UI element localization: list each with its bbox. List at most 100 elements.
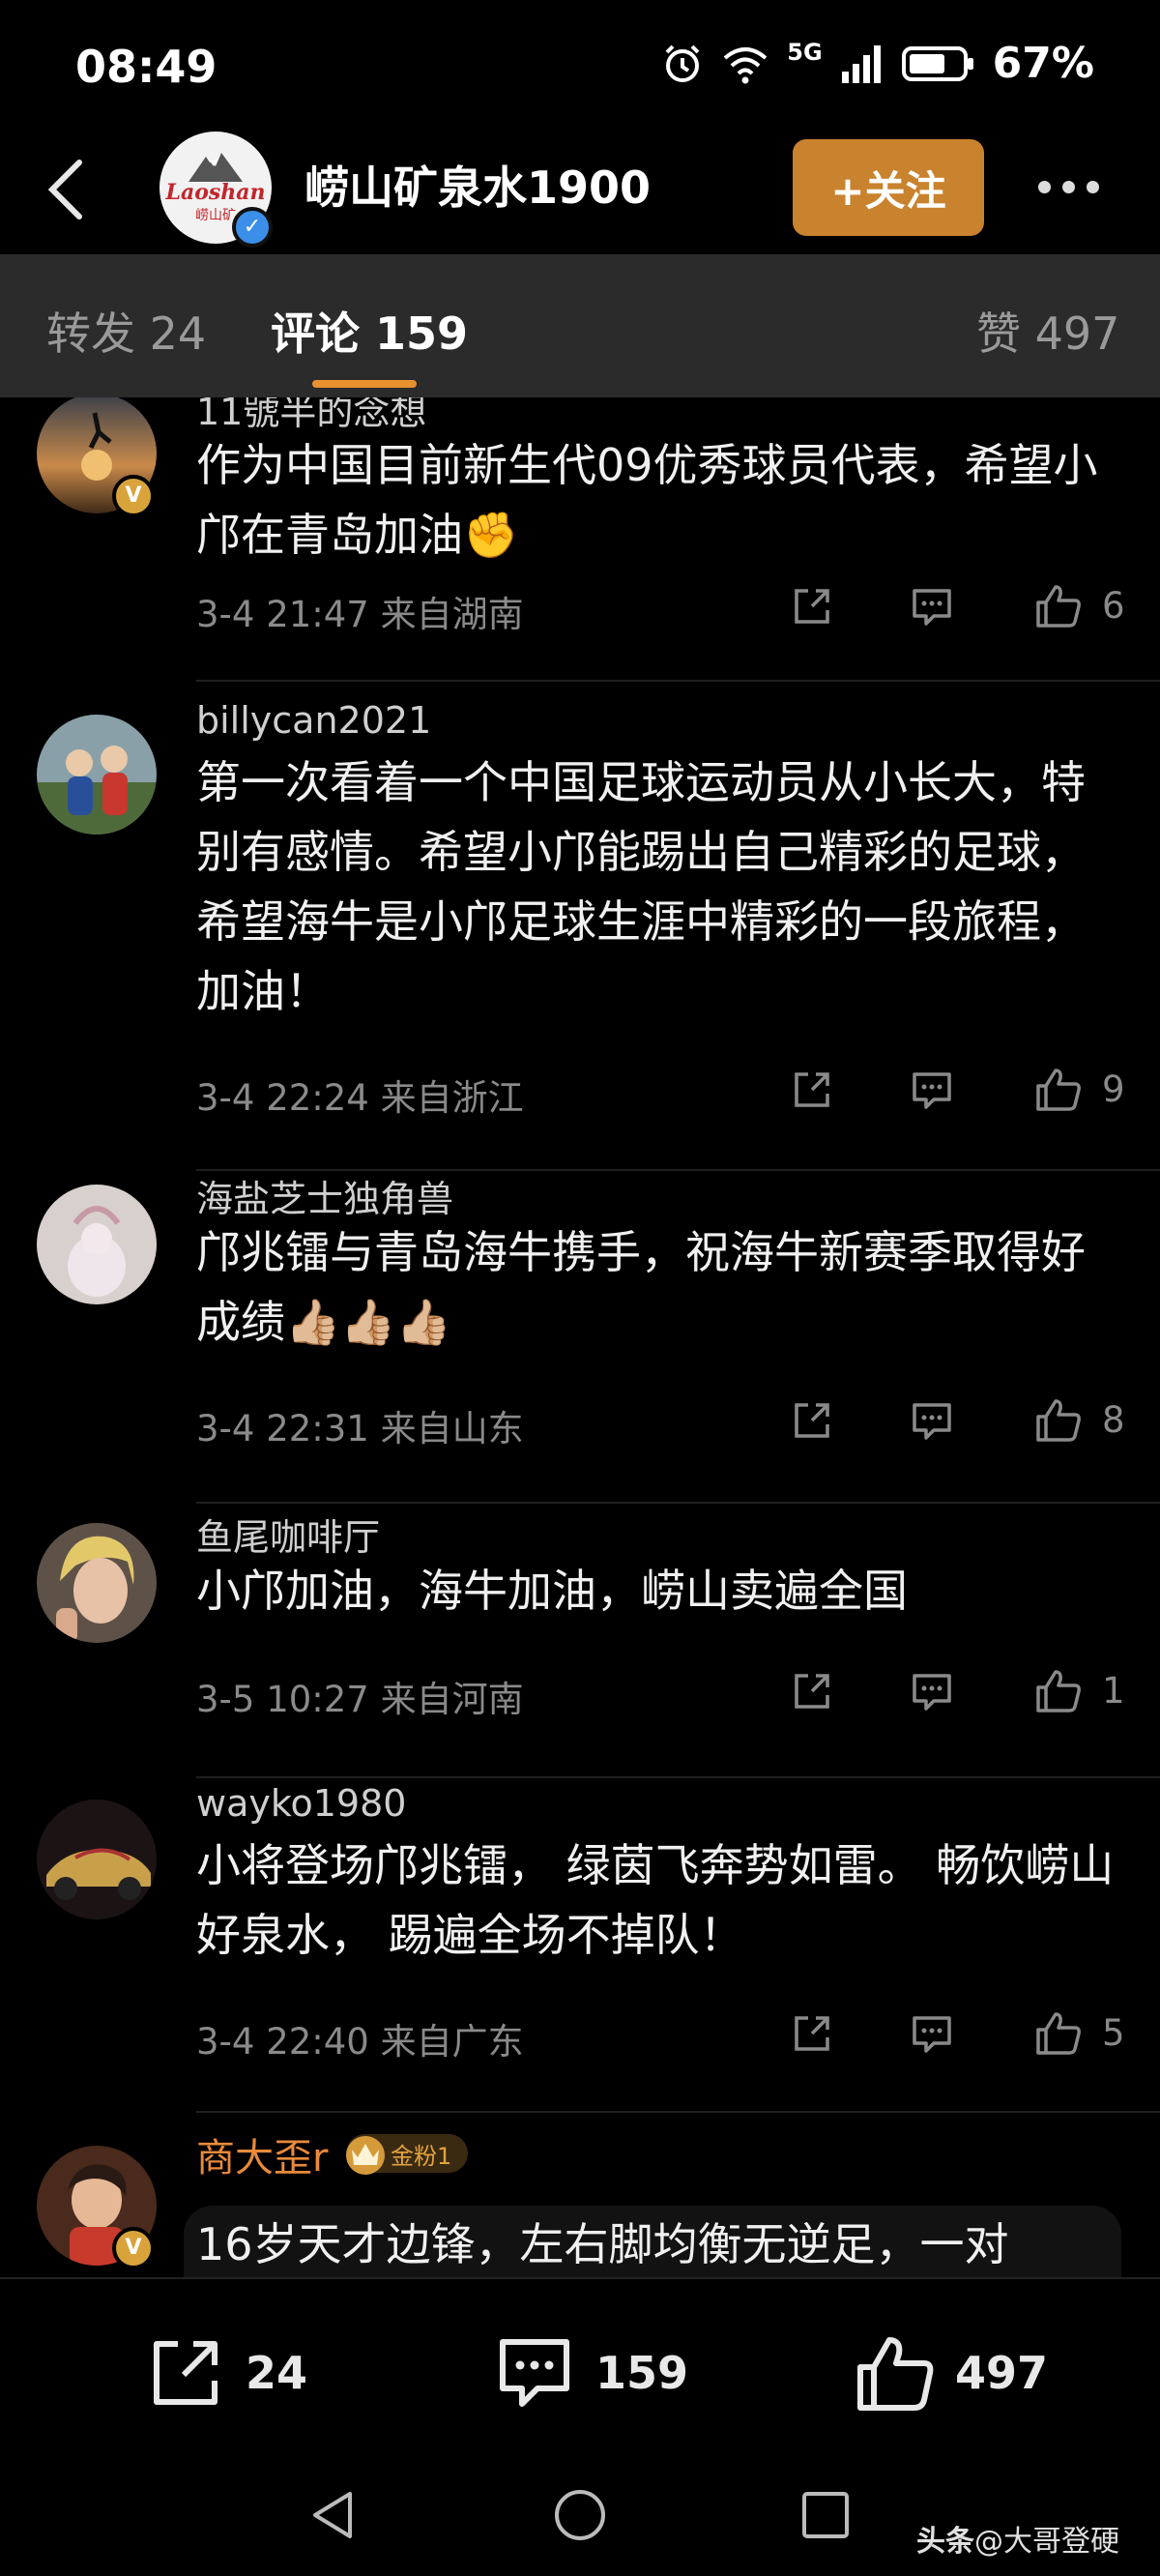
comment-button[interactable]: 159 — [493, 2329, 688, 2416]
comment-like-count: 8 — [1102, 1399, 1125, 1441]
like-icon[interactable] — [1034, 583, 1083, 629]
comment-like-count: 1 — [1102, 1670, 1125, 1712]
comment-time: 3-4 21:47 — [196, 594, 369, 635]
comment-text: 邝兆镭与青岛海牛携手，祝海牛新赛季取得好成绩👍🏼👍🏼👍🏼 — [196, 1226, 1086, 1348]
post-tabs: 转发 24 评论 159 赞 497 — [0, 254, 1160, 397]
comment-time: 3-4 22:31 — [196, 1408, 369, 1449]
comment-username[interactable]: 商大歪r — [196, 2126, 328, 2182]
reply-icon[interactable] — [909, 1067, 955, 1113]
back-button[interactable] — [39, 155, 97, 224]
watermark-brand: 头条 — [916, 2525, 974, 2559]
comment-location: 来自广东 — [380, 2021, 524, 2063]
status-icons: 5G 67% — [661, 39, 1094, 88]
comment-time: 3-4 22:40 — [196, 2021, 369, 2063]
comment-location: 来自山东 — [380, 1408, 524, 1449]
active-tab-indicator — [312, 380, 417, 388]
comment-list[interactable]: V 11號半的念想 作为中国目前新生代09优秀球员代表，希望小邝在青岛加油✊ 3… — [0, 397, 1160, 2277]
verified-badge-icon: V — [112, 475, 155, 517]
back-arrow-icon — [47, 160, 82, 220]
share-icon — [154, 2341, 218, 2405]
status-bar: 08:49 5G 67% — [0, 0, 1160, 135]
watermark: 头条@大哥登硬 — [916, 2517, 1119, 2560]
more-options-icon[interactable] — [1038, 172, 1112, 201]
comment-username[interactable]: 鱼尾咖啡厅 — [196, 1508, 380, 1561]
crown-fan-icon — [346, 2136, 385, 2175]
comment-meta: 3-4 21:47 来自湖南 — [196, 585, 524, 637]
share-icon[interactable] — [789, 1668, 835, 1714]
comment-item: billycan2021 第一次看着一个中国足球运动员从小长大，特别有感情。希望… — [0, 699, 1160, 1171]
comment-actions: 1 — [789, 1662, 1127, 1720]
comment-like-count: 9 — [1102, 1068, 1125, 1110]
follow-button[interactable]: +关注 — [793, 139, 984, 236]
comment-time: 3-4 22:24 — [196, 1077, 369, 1119]
fan-badge-label: 金粉1 — [391, 2142, 452, 2170]
repost-button[interactable]: 24 — [145, 2329, 307, 2416]
avatar[interactable] — [37, 1523, 157, 1643]
share-icon[interactable] — [789, 1067, 835, 1113]
comment-time: 3-5 10:27 — [196, 1679, 369, 1720]
reply-icon[interactable] — [909, 2010, 955, 2057]
verified-badge-icon: ✓ — [232, 207, 273, 248]
comment-actions: 5 — [789, 2005, 1127, 2063]
share-icon[interactable] — [789, 583, 835, 629]
system-navigation-bar: 头条@大哥登硬 — [0, 2451, 1160, 2576]
like-icon[interactable] — [1034, 2010, 1083, 2057]
comment-item: V 商大歪r 金粉1 16岁天才边锋，左右脚均衡无逆足，一对 — [0, 2113, 1160, 2277]
comment-location: 来自河南 — [380, 1679, 524, 1720]
share-icon[interactable] — [789, 1397, 835, 1444]
repost-count: 24 — [246, 2347, 308, 2399]
like-count: 497 — [955, 2347, 1049, 2399]
reply-icon[interactable] — [909, 1668, 955, 1714]
comment-item: 鱼尾咖啡厅 小邝加油，海牛加油，崂山卖遍全国 3-5 10:27 来自河南 1 — [0, 1504, 1160, 1778]
avatar[interactable] — [37, 715, 157, 834]
comment-meta: 3-4 22:24 来自浙江 — [196, 1068, 524, 1121]
post-header: Laoshan 崂山矿 ✓ 崂山矿泉水1900 +关注 — [0, 126, 1160, 251]
tab-likes[interactable]: 赞 497 — [976, 299, 1119, 363]
tab-comments[interactable]: 评论 159 — [271, 299, 468, 363]
comment-actions: 8 — [789, 1391, 1127, 1449]
comment-like-count: 5 — [1102, 2012, 1125, 2054]
comment-username[interactable]: 海盐芝士独角兽 — [196, 1169, 453, 1222]
comment-username[interactable]: wayko1980 — [196, 1782, 406, 1825]
comment-icon — [500, 2339, 569, 2407]
comment-text: 小将登场邝兆镭， 绿茵飞奔势如雷。 畅饮崂山好泉水， 踢遍全场不掉队！ — [196, 1839, 1115, 1961]
reply-icon[interactable] — [909, 583, 955, 629]
nav-back-icon[interactable] — [307, 2488, 358, 2542]
divider — [196, 680, 1160, 682]
avatar[interactable] — [37, 1800, 157, 1919]
verified-badge-icon: V — [112, 2227, 155, 2269]
alarm-icon — [665, 44, 700, 82]
like-button[interactable]: 497 — [853, 2329, 1048, 2416]
battery-percent: 67% — [992, 39, 1094, 88]
fan-level-badge: 金粉1 — [346, 2134, 468, 2175]
logo-text: Laoshan — [165, 180, 266, 205]
comment-username[interactable]: billycan2021 — [196, 699, 431, 742]
comment-actions: 9 — [789, 1061, 1127, 1119]
comment-count: 159 — [595, 2347, 689, 2399]
mountain-logo-icon — [188, 153, 243, 182]
share-icon[interactable] — [789, 2010, 835, 2057]
network-type: 5G — [787, 38, 823, 66]
comment-text: 小邝加油，海牛加油，崂山卖遍全国 — [196, 1565, 908, 1617]
account-name[interactable]: 崂山矿泉水1900 — [304, 153, 651, 217]
comment-like-count: 6 — [1102, 585, 1125, 627]
comment-item: 海盐芝士独角兽 邝兆镭与青岛海牛携手，祝海牛新赛季取得好成绩👍🏼👍🏼👍🏼 3-4… — [0, 1171, 1160, 1504]
tab-repost[interactable]: 转发 24 — [46, 299, 206, 363]
comment-meta: 3-5 10:27 来自河南 — [196, 1670, 524, 1722]
reply-icon[interactable] — [909, 1397, 955, 1444]
comment-item: wayko1980 小将登场邝兆镭， 绿茵飞奔势如雷。 畅饮崂山好泉水， 踢遍全… — [0, 1778, 1160, 2113]
watermark-handle: @大哥登硬 — [974, 2525, 1119, 2559]
bottom-action-bar: 24 159 497 — [0, 2277, 1160, 2451]
comment-meta: 3-4 22:31 来自山东 — [196, 1399, 524, 1451]
like-icon[interactable] — [1034, 1397, 1083, 1444]
comment-actions: 6 — [789, 577, 1127, 635]
avatar[interactable] — [37, 1185, 157, 1304]
nav-recents-icon[interactable] — [800, 2490, 851, 2540]
nav-home-icon[interactable] — [553, 2488, 607, 2542]
wifi-icon — [723, 46, 768, 83]
like-icon — [857, 2337, 934, 2411]
like-icon[interactable] — [1034, 1668, 1083, 1714]
like-icon[interactable] — [1034, 1067, 1083, 1113]
comment-location: 来自浙江 — [380, 1077, 524, 1119]
comment-text: 16岁天才边锋，左右脚均衡无逆足，一对 — [196, 2218, 1009, 2270]
